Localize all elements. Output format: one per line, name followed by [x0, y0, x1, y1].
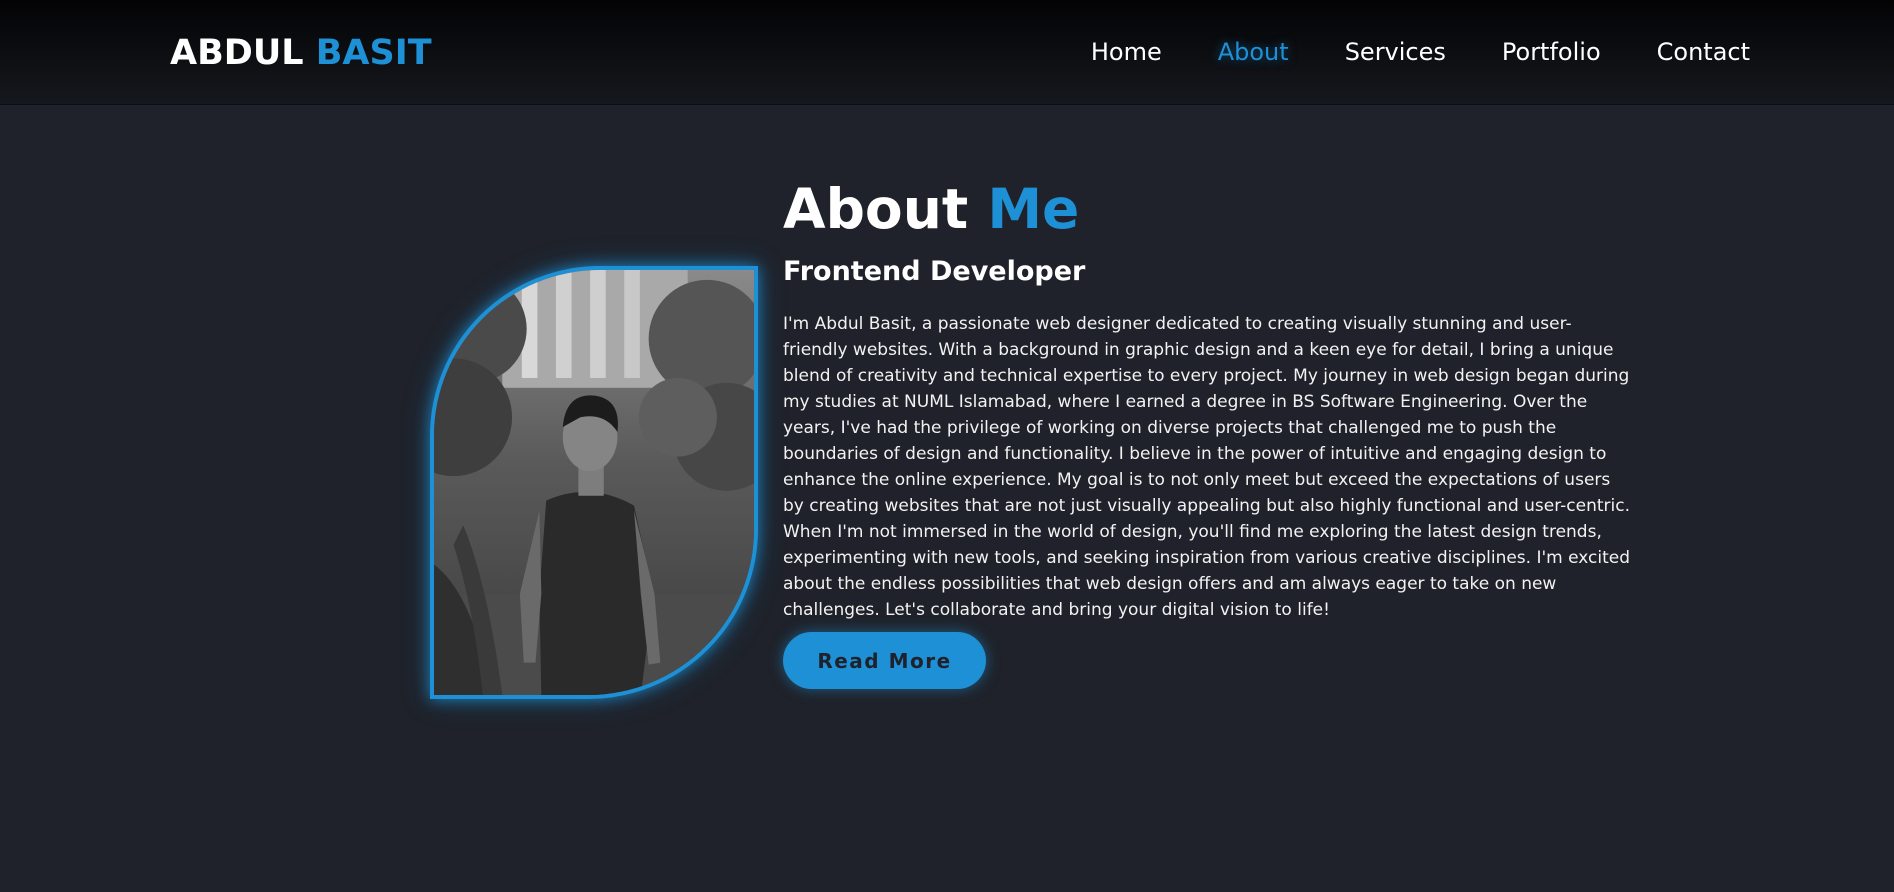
nav-about[interactable]: About — [1218, 36, 1289, 68]
nav-contact[interactable]: Contact — [1657, 36, 1750, 68]
profile-photo-image — [434, 270, 754, 695]
nav-portfolio[interactable]: Portfolio — [1502, 36, 1601, 68]
logo-last-name: BASIT — [315, 33, 432, 73]
about-title-accent: Me — [987, 177, 1080, 241]
logo-first-name: ABDUL — [170, 33, 304, 73]
site-header: ABDUL BASIT Home About Services Portfoli… — [0, 0, 1894, 105]
main-nav: Home About Services Portfolio Contact — [1035, 36, 1750, 68]
about-title: About Me — [783, 178, 1079, 240]
nav-services[interactable]: Services — [1345, 36, 1446, 68]
read-more-button[interactable]: Read More — [783, 632, 986, 689]
about-title-first: About — [783, 177, 969, 241]
bio-paragraph: I'm Abdul Basit, a passionate web design… — [783, 314, 1631, 620]
nav-home[interactable]: Home — [1091, 36, 1162, 68]
logo[interactable]: ABDUL BASIT — [170, 33, 432, 73]
role-heading: Frontend Developer — [783, 256, 1086, 287]
profile-photo — [430, 266, 758, 699]
